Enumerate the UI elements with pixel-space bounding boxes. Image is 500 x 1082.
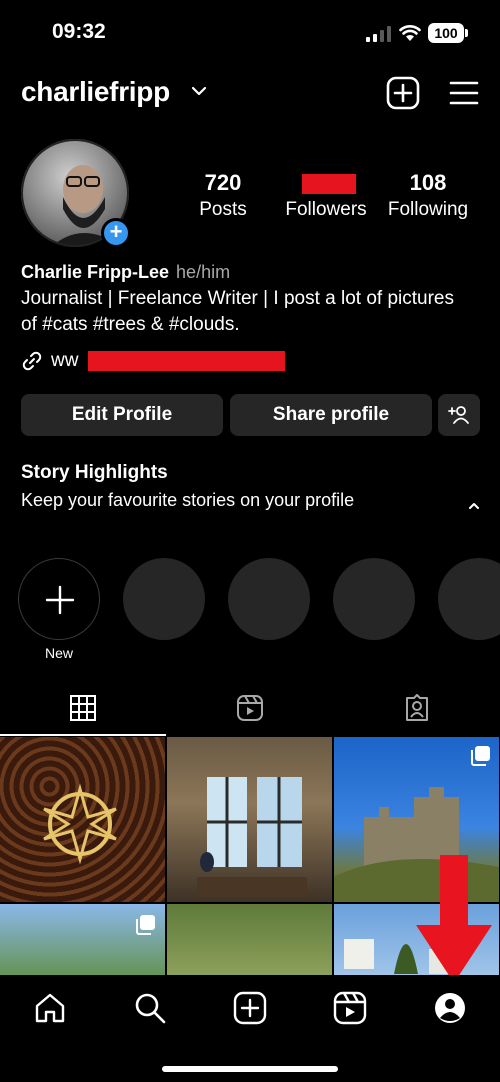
grid-post[interactable] [0,737,165,902]
highlights-subtitle: Keep your favourite stories on your prof… [21,490,355,510]
posts-stat[interactable]: 720 Posts [188,170,258,221]
highlight-placeholder [333,558,415,640]
cellular-signal-icon [366,26,391,42]
share-profile-button[interactable]: Share profile [230,394,432,436]
status-bar: 09:32 100 [0,0,500,64]
add-story-button[interactable]: + [101,218,131,248]
status-time: 09:32 [52,20,106,43]
menu-icon[interactable] [448,78,480,108]
profile-name-line: Charlie Fripp-Lee he/him [21,262,230,283]
plus-icon [45,585,75,615]
chevron-down-icon[interactable] [190,82,208,100]
profile-pronouns: he/him [176,262,231,282]
chevron-up-icon[interactable] [466,500,482,512]
profile-link-text[interactable]: ww [51,350,78,372]
annotation-arrow-icon [416,855,492,983]
edit-profile-button[interactable]: Edit Profile [21,394,223,436]
search-icon[interactable] [133,991,167,1025]
grid-icon [70,695,96,721]
followers-label: Followers [285,199,367,220]
multiple-photos-icon [471,746,490,766]
highlight-placeholder [123,558,205,640]
link-icon [22,351,42,371]
profile-bio: Journalist | Freelance Writer | I post a… [21,288,454,335]
discover-people-button[interactable] [438,394,480,436]
followers-redaction [302,174,356,194]
new-highlight-label: New [44,645,73,661]
tab-reels[interactable] [167,690,333,730]
posts-label: Posts [199,199,247,220]
new-highlight-button[interactable] [18,558,100,640]
highlight-placeholder [438,558,500,640]
active-tab-indicator [0,734,166,736]
tagged-icon [406,694,428,721]
post-thumbnail-cross [43,783,117,865]
highlights-title: Story Highlights [21,462,168,483]
profile-header: charliefripp [0,72,500,116]
add-person-icon [448,406,469,424]
highlight-placeholder [228,558,310,640]
account-switcher[interactable]: charliefripp [21,76,170,108]
following-stat[interactable]: 108 Following [380,170,476,221]
reels-icon [237,695,263,721]
following-count: 108 [409,170,447,195]
create-post-icon[interactable] [386,76,420,110]
wifi-icon [399,25,421,41]
post-thumbnail-window [197,777,307,897]
home-icon[interactable] [33,991,67,1025]
following-label: Following [387,199,469,220]
profile-name: Charlie Fripp-Lee [21,262,170,282]
profile-icon[interactable] [433,991,467,1025]
create-icon[interactable] [233,991,267,1025]
multiple-photos-icon [136,915,155,935]
tab-tagged[interactable] [334,690,500,730]
home-indicator [162,1066,338,1072]
reels-icon[interactable] [333,991,367,1025]
grid-post[interactable] [167,737,332,902]
bottom-nav [0,975,500,1082]
tab-posts-grid[interactable] [0,690,166,730]
posts-count: 720 [204,170,242,195]
battery-indicator: 100 [428,23,468,43]
link-redaction [88,351,285,371]
